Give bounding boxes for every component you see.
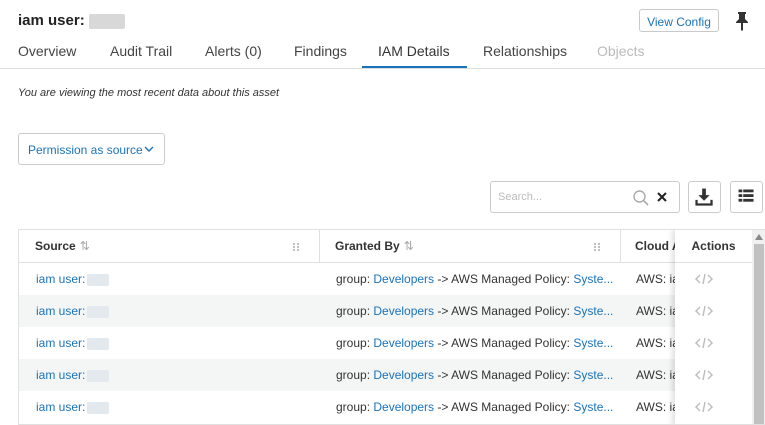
permissions-table: Source ⇅ Granted By ⇅ Cloud A iam user: gr… <box>18 229 765 425</box>
cloud-account-cell: AWS: ia <box>636 272 676 286</box>
download-button[interactable] <box>688 181 721 213</box>
policy-link[interactable]: Syste... <box>573 272 613 286</box>
scroll-up-arrow-icon[interactable] <box>755 234 763 240</box>
table-row: iam user: group: Developers -> AWS Manag… <box>19 391 765 423</box>
page-header: iam user: View Config <box>0 0 765 40</box>
recent-data-notice: You are viewing the most recent data abo… <box>18 87 280 99</box>
cloud-account-cell: AWS: ia <box>636 304 676 318</box>
code-icon[interactable] <box>695 305 713 317</box>
search-icon <box>633 190 649 206</box>
source-link[interactable]: iam user: <box>36 400 85 414</box>
cloud-account-cell: AWS: ia <box>636 336 676 350</box>
drag-handle-icon[interactable] <box>593 242 601 252</box>
granted-by-cell: group: Developers -> AWS Managed Policy:… <box>336 272 614 286</box>
table-header: Source ⇅ Granted By ⇅ Cloud A <box>19 230 765 263</box>
column-divider <box>319 230 320 262</box>
redacted-username <box>87 369 110 382</box>
clear-search-icon[interactable] <box>655 190 669 204</box>
redacted-username <box>87 273 110 286</box>
drag-handle-icon[interactable] <box>292 242 300 252</box>
redacted-username <box>87 305 110 318</box>
code-icon[interactable] <box>695 337 713 349</box>
view-config-button[interactable]: View Config <box>639 9 719 32</box>
code-icon[interactable] <box>695 369 713 381</box>
granted-by-cell: group: Developers -> AWS Managed Policy:… <box>336 368 614 382</box>
columns-icon <box>738 189 754 202</box>
table-row: iam user: group: Developers -> AWS Manag… <box>19 263 765 295</box>
cloud-account-cell: AWS: ia <box>636 368 676 382</box>
sort-icon: ⇅ <box>79 239 90 253</box>
group-link[interactable]: Developers <box>373 400 434 414</box>
cloud-account-cell: AWS: ia <box>636 400 676 414</box>
column-header-source[interactable]: Source ⇅ <box>35 230 90 262</box>
download-icon <box>695 188 713 206</box>
permission-dropdown-label: Permission as source <box>28 143 143 157</box>
column-divider <box>620 230 621 262</box>
active-tab-indicator <box>362 66 467 68</box>
policy-link[interactable]: Syste... <box>573 336 613 350</box>
page-title: iam user: <box>18 12 125 29</box>
redacted-username <box>87 401 110 414</box>
permission-dropdown[interactable]: Permission as source <box>18 133 165 165</box>
tab-findings[interactable]: Findings <box>294 43 347 59</box>
granted-by-cell: group: Developers -> AWS Managed Policy:… <box>336 304 614 318</box>
code-icon[interactable] <box>695 273 713 285</box>
search-input[interactable] <box>498 188 623 206</box>
source-link[interactable]: iam user: <box>36 336 85 350</box>
tab-alerts[interactable]: Alerts (0) <box>205 43 262 59</box>
policy-link[interactable]: Syste... <box>573 368 613 382</box>
tab-audit-trail[interactable]: Audit Trail <box>110 43 172 59</box>
source-link[interactable]: iam user: <box>36 272 85 286</box>
column-header-actions: Actions <box>675 230 752 263</box>
tab-relationships[interactable]: Relationships <box>483 43 567 59</box>
granted-by-cell: group: Developers -> AWS Managed Policy:… <box>336 400 614 414</box>
granted-by-cell: group: Developers -> AWS Managed Policy:… <box>336 336 614 350</box>
source-link[interactable]: iam user: <box>36 304 85 318</box>
redacted-username <box>88 13 125 29</box>
redacted-username <box>87 337 110 350</box>
pin-icon[interactable] <box>732 10 752 32</box>
scrollbar-thumb[interactable] <box>754 244 764 424</box>
column-header-granted-by[interactable]: Granted By ⇅ <box>335 230 414 262</box>
actions-column: Actions <box>675 230 752 424</box>
chevron-down-icon <box>144 146 154 152</box>
search-box <box>490 181 680 213</box>
tab-objects: Objects <box>597 43 645 59</box>
group-link[interactable]: Developers <box>373 368 434 382</box>
sort-icon: ⇅ <box>403 239 414 253</box>
tab-bar: Overview Audit Trail Alerts (0) Findings… <box>0 40 765 69</box>
group-link[interactable]: Developers <box>373 336 434 350</box>
policy-link[interactable]: Syste... <box>573 400 613 414</box>
vertical-scrollbar[interactable] <box>752 230 765 424</box>
group-link[interactable]: Developers <box>373 272 434 286</box>
group-link[interactable]: Developers <box>373 304 434 318</box>
table-row: iam user: group: Developers -> AWS Manag… <box>19 327 765 359</box>
policy-link[interactable]: Syste... <box>573 304 613 318</box>
tab-overview[interactable]: Overview <box>18 43 76 59</box>
table-row: iam user: group: Developers -> AWS Manag… <box>19 359 765 391</box>
source-link[interactable]: iam user: <box>36 368 85 382</box>
column-header-cloud-account[interactable]: Cloud A <box>635 230 681 262</box>
column-settings-button[interactable] <box>730 181 763 213</box>
tab-iam-details[interactable]: IAM Details <box>378 43 450 59</box>
table-row: iam user: group: Developers -> AWS Manag… <box>19 295 765 327</box>
code-icon[interactable] <box>695 401 713 413</box>
